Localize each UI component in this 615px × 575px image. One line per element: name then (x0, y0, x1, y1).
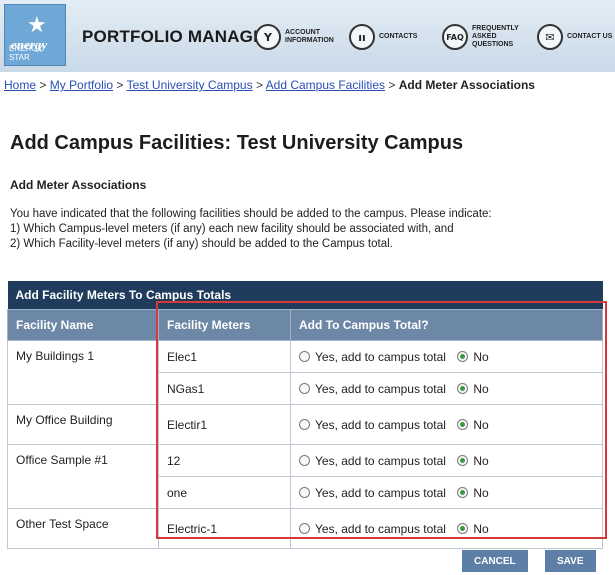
facility-meter: one (158, 476, 291, 509)
radio-yes[interactable]: Yes, add to campus total (299, 486, 446, 500)
nav-contact-us[interactable]: ✉ CONTACT US (537, 20, 612, 54)
facility-name: Office Sample #1 (7, 444, 159, 509)
breadcrumb-separator: > (388, 78, 396, 92)
radio-no[interactable]: No (457, 381, 489, 396)
facility-meter: Electric-1 (158, 508, 291, 549)
nav-contacts[interactable]: ıı CONTACTS (349, 20, 417, 54)
radio-icon (299, 382, 310, 394)
nav-account-information[interactable]: Y ACCOUNT INFORMATION (255, 20, 339, 54)
table-row: Other Test Space Electric-1 Yes, add to … (7, 508, 603, 549)
campus-total-options: Yes, add to campus total No (290, 340, 603, 373)
logo-subtext: ENERGY STAR (9, 44, 43, 62)
radio-selected-icon (457, 486, 469, 498)
table-row: Office Sample #1 12 Yes, add to campus t… (7, 444, 603, 509)
app-header: ★ energy ENERGY STAR PORTFOLIO MANAGER Y… (0, 0, 615, 72)
facility-name: My Buildings 1 (7, 340, 159, 405)
radio-icon (299, 350, 310, 362)
radio-selected-icon (457, 382, 469, 394)
app-title: PORTFOLIO MANAGER (82, 27, 278, 46)
nav-label: CONTACTS (379, 33, 418, 40)
radio-yes[interactable]: Yes, add to campus total (299, 454, 446, 468)
table-row: My Buildings 1 Elec1 Yes, add to campus … (7, 340, 603, 405)
intro-line: You have indicated that the following fa… (10, 208, 492, 220)
radio-no-label: No (473, 349, 489, 364)
breadcrumb: Home > My Portfolio > Test University Ca… (4, 78, 535, 92)
intro-line: 1) Which Campus-level meters (if any) ea… (10, 223, 454, 235)
column-header-facility-name: Facility Name (7, 309, 159, 341)
breadcrumb-home[interactable]: Home (4, 78, 36, 92)
radio-yes-label: Yes, add to campus total (315, 349, 446, 364)
section-heading: Add Meter Associations (10, 178, 147, 192)
contact-us-icon: ✉ (537, 24, 563, 50)
radio-yes-label: Yes, add to campus total (315, 521, 446, 536)
radio-no[interactable]: No (457, 521, 489, 536)
radio-yes[interactable]: Yes, add to campus total (299, 522, 446, 536)
breadcrumb-campus[interactable]: Test University Campus (127, 78, 253, 92)
meter-association-table: Add Facility Meters To Campus Totals Fac… (7, 281, 603, 549)
radio-yes[interactable]: Yes, add to campus total (299, 382, 446, 396)
radio-icon (299, 418, 310, 430)
breadcrumb-separator: > (116, 78, 124, 92)
campus-total-options: Yes, add to campus total No (290, 444, 603, 477)
radio-no-label: No (473, 417, 489, 432)
radio-yes-label: Yes, add to campus total (315, 453, 446, 468)
nav-label: FREQUENTLY ASKED QUESTIONS (472, 25, 519, 48)
breadcrumb-my-portfolio[interactable]: My Portfolio (50, 78, 113, 92)
radio-no-label: No (473, 381, 489, 396)
campus-total-options: Yes, add to campus total No (290, 508, 603, 549)
nav-label: CONTACT US (567, 33, 613, 40)
cancel-button[interactable]: CANCEL (462, 550, 528, 572)
faq-icon: FAQ (442, 24, 468, 50)
facility-name: Other Test Space (7, 508, 159, 549)
radio-selected-icon (457, 454, 469, 466)
radio-selected-icon (457, 418, 469, 430)
radio-yes-label: Yes, add to campus total (315, 381, 446, 396)
radio-yes-label: Yes, add to campus total (315, 417, 446, 432)
star-icon: ★ (27, 13, 47, 38)
radio-selected-icon (457, 522, 469, 534)
page-title: Add Campus Facilities: Test University C… (10, 132, 464, 154)
column-header-add-to-campus: Add To Campus Total? (290, 309, 603, 341)
table-caption: Add Facility Meters To Campus Totals (7, 281, 603, 310)
intro-text: You have indicated that the following fa… (10, 207, 492, 252)
facility-meter: NGas1 (158, 372, 291, 405)
radio-icon (299, 454, 310, 466)
radio-yes[interactable]: Yes, add to campus total (299, 418, 446, 432)
radio-no-label: No (473, 453, 489, 468)
radio-no-label: No (473, 521, 489, 536)
key-icon: Y (255, 24, 281, 50)
energy-star-logo[interactable]: ★ energy ENERGY STAR (4, 4, 66, 66)
radio-icon (299, 522, 310, 534)
radio-no[interactable]: No (457, 349, 489, 364)
facility-name: My Office Building (7, 404, 159, 445)
breadcrumb-current: Add Meter Associations (398, 78, 535, 92)
radio-no-label: No (473, 485, 489, 500)
table-row: My Office Building Electir1 Yes, add to … (7, 404, 603, 445)
breadcrumb-separator: > (39, 78, 47, 92)
facility-meter: 12 (158, 444, 291, 477)
save-button[interactable]: SAVE (545, 550, 596, 572)
radio-icon (299, 486, 310, 498)
radio-no[interactable]: No (457, 453, 489, 468)
radio-no[interactable]: No (457, 417, 489, 432)
radio-selected-icon (457, 350, 469, 362)
nav-faq[interactable]: FAQ FREQUENTLY ASKED QUESTIONS (442, 20, 526, 54)
breadcrumb-add-campus-facilities[interactable]: Add Campus Facilities (266, 78, 385, 92)
radio-no[interactable]: No (457, 485, 489, 500)
radio-yes[interactable]: Yes, add to campus total (299, 350, 446, 364)
nav-label: ACCOUNT INFORMATION (285, 29, 334, 44)
facility-meter: Electir1 (158, 404, 291, 445)
campus-total-options: Yes, add to campus total No (290, 404, 603, 445)
breadcrumb-separator: > (255, 78, 263, 92)
campus-total-options: Yes, add to campus total No (290, 476, 603, 509)
column-header-facility-meters: Facility Meters (158, 309, 291, 341)
contacts-icon: ıı (349, 24, 375, 50)
intro-line: 2) Which Facility-level meters (if any) … (10, 238, 393, 250)
campus-total-options: Yes, add to campus total No (290, 372, 603, 405)
facility-meter: Elec1 (158, 340, 291, 373)
radio-yes-label: Yes, add to campus total (315, 485, 446, 500)
